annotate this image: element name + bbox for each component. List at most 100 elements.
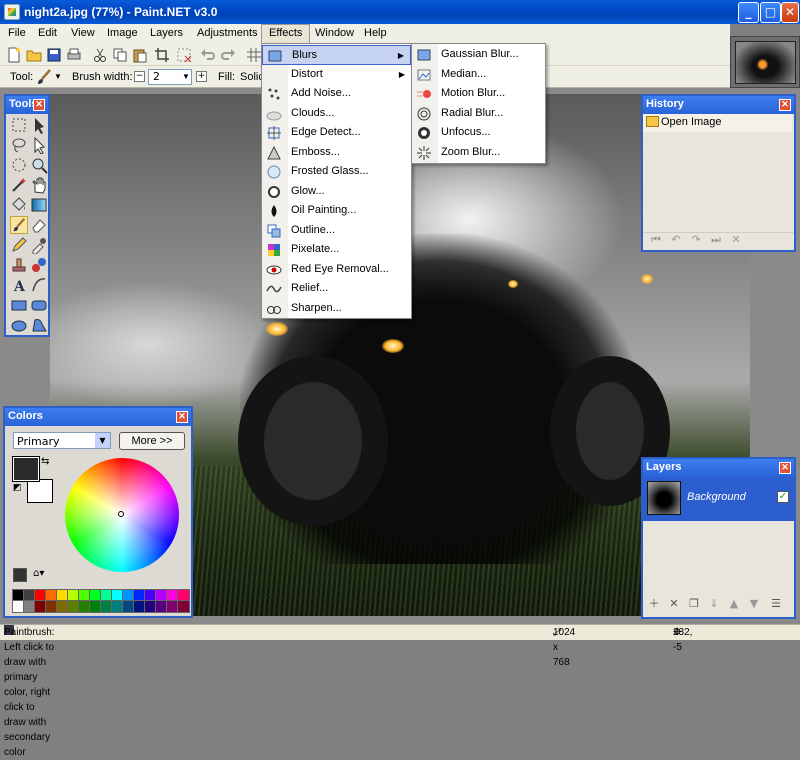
blurs-menu-item-gaussian-blur[interactable]: Gaussian Blur...	[412, 45, 545, 65]
recolor-icon[interactable]	[30, 256, 48, 274]
effects-menu-item-clouds[interactable]: Clouds...	[262, 104, 411, 124]
rectangle-select-icon[interactable]	[10, 116, 28, 134]
palette-swatch[interactable]	[133, 589, 146, 602]
effects-menu-item-edge-detect[interactable]: Edge Detect...	[262, 123, 411, 143]
primary-color-swatch[interactable]	[12, 456, 40, 482]
palette-swatch[interactable]	[111, 589, 124, 602]
palette-swatch[interactable]	[177, 600, 190, 613]
app-icon[interactable]	[4, 4, 20, 20]
lasso-icon[interactable]	[10, 136, 28, 154]
undo-history-icon[interactable]: ↶	[669, 233, 683, 247]
magic-wand-icon[interactable]	[10, 176, 28, 194]
grid-icon[interactable]	[246, 47, 262, 63]
paste-icon[interactable]	[132, 47, 148, 63]
effects-menu-item-pixelate[interactable]: Pixelate...	[262, 240, 411, 260]
palette-swatch[interactable]	[144, 589, 157, 602]
effects-menu-item-blurs[interactable]: Blurs ▶	[262, 45, 411, 65]
effects-menu-item-glow[interactable]: Glow...	[262, 182, 411, 202]
redo-icon[interactable]	[220, 47, 236, 63]
color-picker-icon[interactable]	[30, 236, 48, 254]
ellipse-icon[interactable]	[10, 316, 28, 334]
palette-swatch[interactable]	[45, 589, 58, 602]
color-wheel[interactable]	[65, 458, 179, 572]
palette-swatch[interactable]	[177, 589, 190, 602]
paintbrush-icon[interactable]	[10, 216, 28, 234]
tools-close-icon[interactable]: ✕	[33, 99, 45, 111]
palette-swatch[interactable]	[12, 600, 25, 613]
layer-properties-icon[interactable]: ☰	[769, 597, 783, 611]
text-icon[interactable]: A	[10, 276, 28, 294]
clone-stamp-icon[interactable]	[10, 256, 28, 274]
eraser-icon[interactable]	[30, 216, 48, 234]
palette-swatch[interactable]	[67, 589, 80, 602]
palette-swatch[interactable]	[78, 600, 91, 613]
palette-swatch[interactable]	[166, 600, 179, 613]
new-icon[interactable]	[6, 47, 22, 63]
menu-layers[interactable]: Layers	[143, 24, 190, 44]
swap-colors-icon[interactable]: ⇆	[41, 456, 49, 467]
print-icon[interactable]	[66, 47, 82, 63]
rounded-rectangle-icon[interactable]	[30, 296, 48, 314]
effects-menu-item-frosted-glass[interactable]: Frosted Glass...	[262, 162, 411, 182]
fast-forward-icon[interactable]: ⏭	[709, 233, 723, 247]
move-selection-icon[interactable]	[30, 116, 48, 134]
palette-swatch[interactable]	[56, 589, 69, 602]
palette-swatch[interactable]	[12, 589, 25, 602]
effects-menu-item-add-noise[interactable]: Add Noise...	[262, 84, 411, 104]
color-wheel-cursor[interactable]	[118, 511, 124, 517]
more-colors-button[interactable]: More >>	[119, 432, 185, 450]
deselect-icon[interactable]	[176, 47, 192, 63]
pan-icon[interactable]	[30, 176, 48, 194]
palette-swatch[interactable]	[34, 589, 47, 602]
blurs-menu-item-radial-blur[interactable]: Radial Blur...	[412, 104, 545, 124]
menu-effects[interactable]: Effects	[261, 24, 311, 44]
palette-swatch[interactable]	[45, 600, 58, 613]
line-curve-icon[interactable]	[30, 276, 48, 294]
cut-icon[interactable]	[92, 47, 108, 63]
effects-menu-item-distort[interactable]: Distort ▶	[262, 65, 411, 85]
maximize-button[interactable]: □	[760, 2, 781, 23]
effects-menu-item-red-eye-removal[interactable]: Red Eye Removal...	[262, 260, 411, 280]
crop-icon[interactable]	[154, 47, 170, 63]
palette-swatch[interactable]	[89, 600, 102, 613]
paintbrush-tool-icon[interactable]	[36, 69, 52, 85]
menu-file[interactable]: File	[1, 24, 33, 44]
palette-swatch[interactable]	[34, 600, 47, 613]
blurs-menu-item-zoom-blur[interactable]: Zoom Blur...	[412, 143, 545, 163]
merge-layer-icon[interactable]: ⇓	[707, 597, 721, 611]
secondary-color-swatch[interactable]	[27, 479, 53, 503]
palette-swatch[interactable]	[56, 600, 69, 613]
pencil-icon[interactable]	[10, 236, 28, 254]
move-layer-down-icon[interactable]: ▼	[747, 597, 761, 611]
redo-history-icon[interactable]: ↷	[689, 233, 703, 247]
move-pixels-icon[interactable]	[30, 136, 48, 154]
palette-swatch[interactable]	[155, 589, 168, 602]
effects-menu-item-oil-painting[interactable]: Oil Painting...	[262, 201, 411, 221]
palette-swatch[interactable]	[23, 589, 36, 602]
history-close-icon[interactable]: ✕	[779, 99, 791, 111]
menu-image[interactable]: Image	[100, 24, 145, 44]
close-button[interactable]: ✕	[781, 2, 799, 23]
effects-menu-item-sharpen[interactable]: Sharpen...	[262, 299, 411, 319]
effects-menu-item-outline[interactable]: Outline...	[262, 221, 411, 241]
menu-help[interactable]: Help	[357, 24, 394, 44]
paint-bucket-icon[interactable]	[10, 196, 28, 214]
reset-colors-icon[interactable]: ◩	[13, 483, 22, 493]
copy-icon[interactable]	[112, 47, 128, 63]
blurs-menu-item-unfocus[interactable]: Unfocus...	[412, 123, 545, 143]
tool-dropdown-arrow[interactable]: ▼	[54, 72, 62, 81]
blurs-menu-item-motion-blur[interactable]: Motion Blur...	[412, 84, 545, 104]
move-layer-up-icon[interactable]: ▲	[727, 597, 741, 611]
zoom-icon[interactable]	[30, 156, 48, 174]
delete-layer-icon[interactable]: ✕	[667, 597, 681, 611]
palette-swatch[interactable]	[111, 600, 124, 613]
history-item[interactable]: Open Image	[643, 114, 792, 132]
menu-view[interactable]: View	[64, 24, 102, 44]
image-thumbnail[interactable]	[730, 36, 800, 88]
menu-window[interactable]: Window	[308, 24, 361, 44]
palette-swatch[interactable]	[23, 600, 36, 613]
freeform-shape-icon[interactable]	[30, 316, 48, 334]
colors-close-icon[interactable]: ✕	[176, 411, 188, 423]
palette-swatch[interactable]	[122, 600, 135, 613]
gradient-icon[interactable]	[30, 196, 48, 214]
